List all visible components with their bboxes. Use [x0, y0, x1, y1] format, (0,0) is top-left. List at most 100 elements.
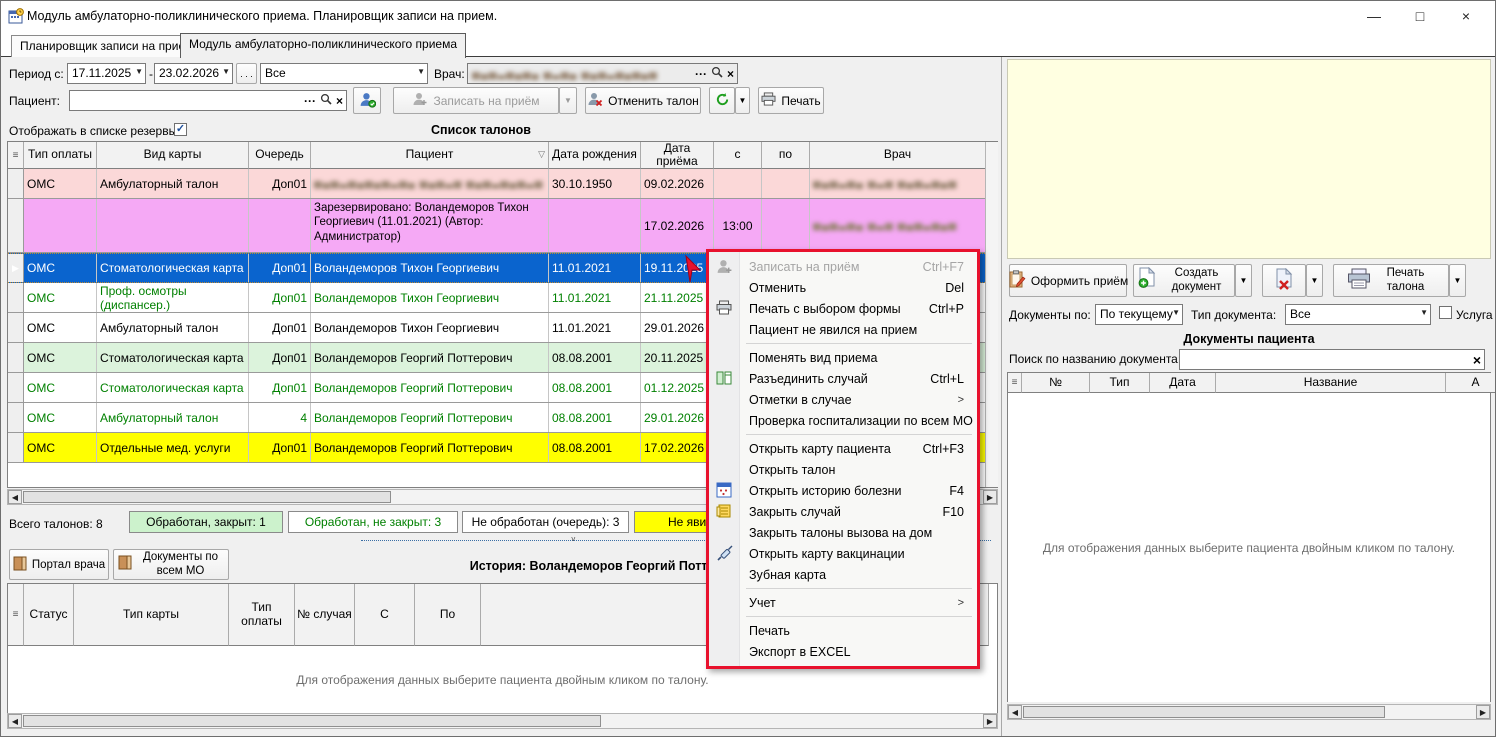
menu-item-label: Экспорт в EXCEL	[749, 645, 851, 659]
cell-text: Доп01	[272, 291, 307, 305]
patient-field[interactable]: ··· ×	[69, 90, 347, 111]
row-selector-header: ≡	[1008, 373, 1022, 393]
column-header[interactable]: Тип карты	[74, 584, 229, 646]
delete-document-dropdown[interactable]: ▼	[1306, 264, 1323, 297]
column-header[interactable]: № случая	[295, 584, 355, 646]
cell-text: 30.10.1950	[552, 177, 612, 191]
menu-item[interactable]: Открыть карту пациентаCtrl+F3	[709, 438, 977, 459]
scroll-left-icon[interactable]: ◀	[8, 490, 22, 504]
cell-text: 17.02.2026	[644, 219, 704, 233]
menu-item[interactable]: Печать	[709, 620, 977, 641]
menu-item[interactable]: Закрыть случайF10	[709, 501, 977, 522]
refresh-button[interactable]	[709, 87, 735, 114]
menu-item[interactable]: Зубная карта	[709, 564, 977, 585]
menu-item[interactable]: ОтменитьDel	[709, 277, 977, 298]
ticket-cell: Зарезервировано: Воландеморов Тихон Геор…	[311, 199, 549, 252]
search-icon[interactable]	[320, 93, 332, 108]
doctor-portal-button[interactable]: Портал врача	[9, 549, 109, 580]
menu-item[interactable]: Записать на приёмCtrl+F7	[709, 256, 977, 277]
tab-scheduler[interactable]: Планировщик записи на прием	[11, 35, 202, 57]
scroll-thumb[interactable]	[23, 491, 391, 503]
doctor-field[interactable]: ▅▄▅▃▅▄▅▄ ▅▃▅▄ ▅▄▅▃▅▄▅▄▅ ··· ×	[467, 63, 738, 84]
doc-search-input[interactable]: ×	[1179, 349, 1485, 370]
menu-item[interactable]: Разъединить случайCtrl+L	[709, 368, 977, 389]
menu-item[interactable]: Поменять вид приема	[709, 347, 977, 368]
menu-item[interactable]: Закрыть талоны вызова на дом	[709, 522, 977, 543]
menu-shortcut: Del	[945, 281, 964, 295]
scroll-thumb[interactable]	[23, 715, 601, 727]
scroll-thumb[interactable]	[1023, 706, 1385, 718]
ellipsis-button[interactable]: ···	[304, 94, 316, 108]
column-header[interactable]: Статус	[24, 584, 74, 646]
ticket-cell	[97, 199, 249, 252]
column-header[interactable]: С	[355, 584, 415, 646]
make-appointment-button[interactable]: Оформить приём	[1009, 264, 1127, 297]
more-dates-button[interactable]: . . .	[236, 63, 257, 84]
period-to-picker[interactable]: 23.02.2026▼	[154, 63, 233, 84]
scroll-left-icon[interactable]: ◀	[1008, 705, 1022, 719]
scroll-right-icon[interactable]: ▶	[983, 490, 997, 504]
ticket-row[interactable]: ОМСАмбулаторный талонДоп01▅▄▅▃▅▄▅▄▅▃▅▄ ▅…	[8, 169, 985, 199]
refresh-dropdown[interactable]: ▼	[735, 87, 750, 114]
documents-horizontal-scrollbar[interactable]: ◀ ▶	[1007, 704, 1491, 720]
menu-item[interactable]: Отметки в случае>	[709, 389, 977, 410]
history-horizontal-scrollbar[interactable]: ◀ ▶	[7, 713, 998, 729]
menu-item[interactable]: Открыть историю болезниF4	[709, 480, 977, 501]
window-title: Модуль амбулаторно-поликлинического прие…	[27, 9, 497, 23]
column-header[interactable]: А	[1446, 373, 1496, 393]
column-header[interactable]: Дата	[1150, 373, 1216, 393]
menu-item[interactable]: Открыть талон	[709, 459, 977, 480]
column-header[interactable]: Тип	[1090, 373, 1150, 393]
clear-icon[interactable]: ×	[336, 94, 343, 108]
menu-item[interactable]: Открыть карту вакцинации	[709, 543, 977, 564]
tab-outpatient-module[interactable]: Модуль амбулаторно-поликлинического прие…	[180, 33, 466, 58]
clear-icon[interactable]: ×	[727, 67, 734, 81]
delete-document-button[interactable]	[1262, 264, 1306, 297]
menu-item-label: Закрыть талоны вызова на дом	[749, 526, 932, 540]
show-reserves-checkbox[interactable]: ✓	[174, 123, 187, 136]
scroll-left-icon[interactable]: ◀	[8, 714, 22, 728]
minimize-button[interactable]: —	[1351, 1, 1397, 31]
menu-item[interactable]: Пациент не явился на прием	[709, 319, 977, 340]
docs-by-combo[interactable]: По текущему▼	[1095, 304, 1183, 325]
book-appointment-button[interactable]: Записать на приём	[393, 87, 559, 114]
doc-type-combo[interactable]: Все▼	[1285, 304, 1431, 325]
book-appointment-dropdown[interactable]: ▼	[559, 87, 577, 114]
create-document-dropdown[interactable]: ▼	[1235, 264, 1252, 297]
panel-divider[interactable]	[1001, 57, 1002, 737]
column-header[interactable]: По	[415, 584, 481, 646]
period-from-picker[interactable]: 17.11.2025▼	[67, 63, 146, 84]
scroll-right-icon[interactable]: ▶	[983, 714, 997, 728]
tickets-vertical-scrollbar[interactable]	[985, 142, 998, 487]
column-header[interactable]: Название	[1216, 373, 1446, 393]
menu-item[interactable]: Экспорт в EXCEL	[709, 641, 977, 662]
scroll-right-icon[interactable]: ▶	[1476, 705, 1490, 719]
menu-item[interactable]: Проверка госпитализации по всем МО	[709, 410, 977, 431]
print-button[interactable]: Печать	[758, 87, 824, 114]
clear-icon[interactable]: ×	[1473, 352, 1481, 368]
cancel-ticket-button[interactable]: Отменить талон	[585, 87, 701, 114]
collapse-icon[interactable]: ˅	[571, 535, 576, 544]
close-button[interactable]: ×	[1443, 1, 1489, 31]
schedule-filter-combo[interactable]: Все▼	[260, 63, 428, 84]
ticket-cell: 11.01.2021	[549, 254, 641, 282]
menu-shortcut: F10	[942, 505, 964, 519]
maximize-button[interactable]: □	[1397, 1, 1443, 31]
cell-text: 01.12.2025	[644, 381, 704, 395]
service-in-name-checkbox[interactable]	[1439, 306, 1452, 319]
redacted-text: ▅▄▅▃▅▄ ▅▃▅ ▅▄▅▃▅▄▅	[813, 178, 957, 189]
menu-item[interactable]: Печать с выбором формыCtrl+P	[709, 298, 977, 319]
cell-text: ОМС	[27, 441, 55, 455]
search-icon[interactable]	[711, 66, 723, 81]
menu-item[interactable]: Учет>	[709, 592, 977, 613]
column-header[interactable]: Тип оплаты	[229, 584, 295, 646]
column-header[interactable]: №	[1022, 373, 1090, 393]
chevron-down-icon: ▼	[135, 67, 143, 76]
ticket-row[interactable]: Зарезервировано: Воландеморов Тихон Геор…	[8, 199, 985, 253]
select-patient-button[interactable]	[353, 87, 381, 114]
print-ticket-dropdown[interactable]: ▼	[1449, 264, 1466, 297]
create-document-button[interactable]: Создать документ	[1133, 264, 1235, 297]
docs-all-mo-button[interactable]: Документы по всем МО	[113, 549, 229, 580]
ellipsis-button[interactable]: ···	[695, 67, 707, 81]
print-ticket-button[interactable]: Печать талона	[1333, 264, 1449, 297]
